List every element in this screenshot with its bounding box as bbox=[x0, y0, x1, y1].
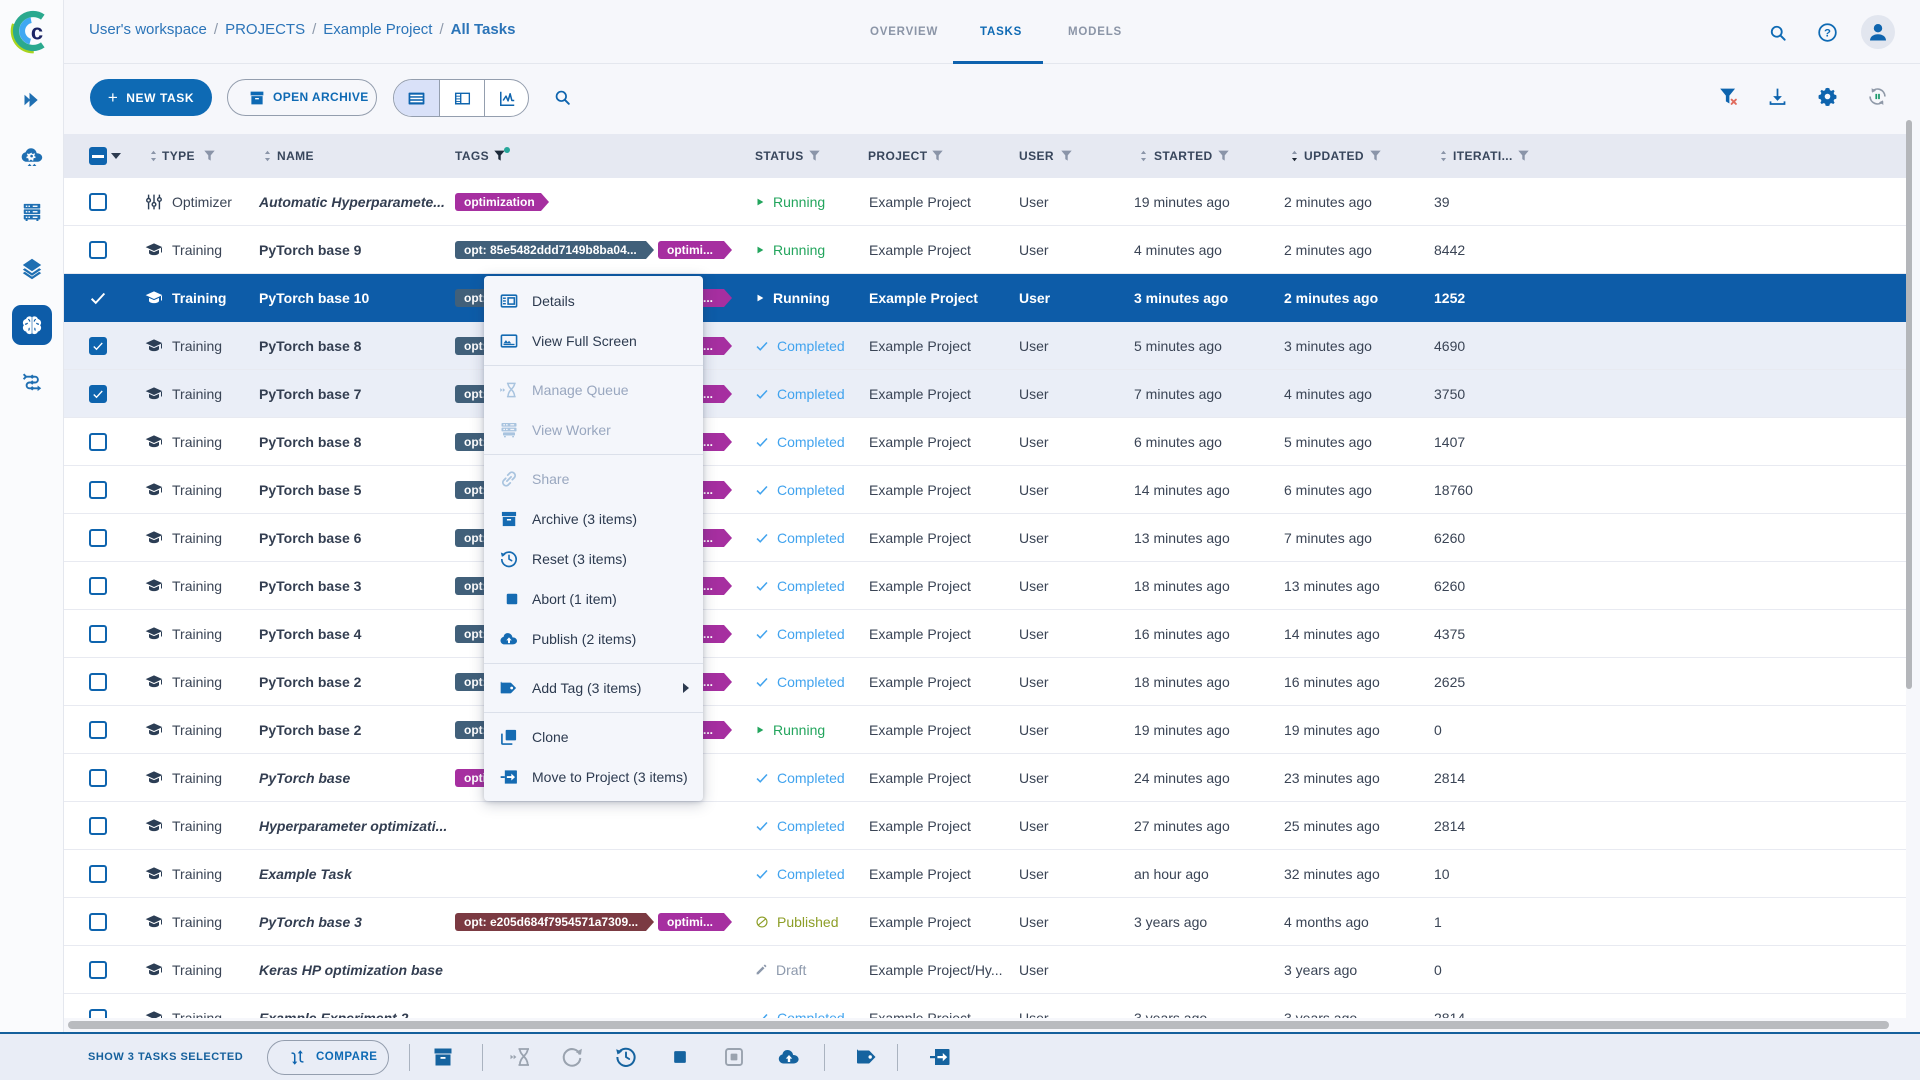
svg-text:c: c bbox=[31, 20, 43, 45]
